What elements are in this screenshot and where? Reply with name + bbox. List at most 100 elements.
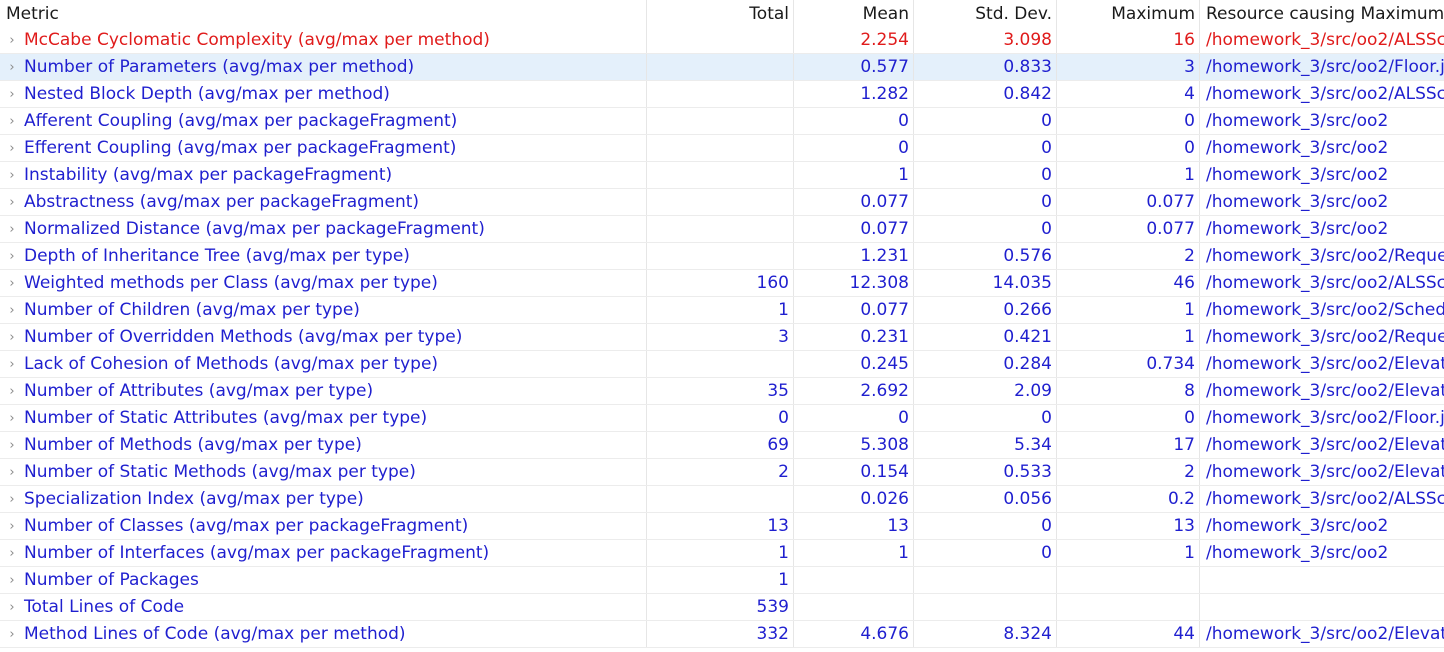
metric-label: Number of Static Attributes (avg/max per… bbox=[24, 408, 428, 428]
metric-name-cell: › Number of Methods (avg/max per type) bbox=[0, 432, 647, 458]
table-row[interactable]: › Number of Packages 1 bbox=[0, 567, 1444, 594]
chevron-right-icon[interactable]: › bbox=[6, 60, 18, 75]
chevron-right-icon[interactable]: › bbox=[6, 114, 18, 129]
metric-label: Depth of Inheritance Tree (avg/max per t… bbox=[24, 246, 410, 266]
mean-cell bbox=[794, 567, 914, 593]
table-row[interactable]: › Number of Static Methods (avg/max per t… bbox=[0, 459, 1444, 486]
table-row[interactable]: › Number of Static Attributes (avg/max pe… bbox=[0, 405, 1444, 432]
table-row[interactable]: › Number of Interfaces (avg/max per packa… bbox=[0, 540, 1444, 567]
total-cell bbox=[647, 216, 794, 242]
std-dev-cell: 5.34 bbox=[914, 432, 1057, 458]
maximum-cell: 4 bbox=[1057, 81, 1200, 107]
chevron-right-icon[interactable]: › bbox=[6, 303, 18, 318]
maximum-cell: 0.2 bbox=[1057, 486, 1200, 512]
maximum-cell: 0 bbox=[1057, 135, 1200, 161]
column-header-maximum[interactable]: Maximum bbox=[1057, 0, 1200, 27]
mean-cell: 1 bbox=[794, 540, 914, 566]
table-row[interactable]: › Normalized Distance (avg/max per packag… bbox=[0, 216, 1444, 243]
maximum-cell: 0.734 bbox=[1057, 351, 1200, 377]
metric-label: Lack of Cohesion of Methods (avg/max per… bbox=[24, 354, 439, 374]
mean-cell bbox=[794, 594, 914, 620]
std-dev-cell: 0.284 bbox=[914, 351, 1057, 377]
std-dev-cell: 0.576 bbox=[914, 243, 1057, 269]
chevron-right-icon[interactable]: › bbox=[6, 519, 18, 534]
chevron-right-icon[interactable]: › bbox=[6, 195, 18, 210]
resource-cell: /homework_3/src/oo2/Elevator.java bbox=[1206, 354, 1444, 374]
chevron-right-icon[interactable]: › bbox=[6, 546, 18, 561]
chevron-right-icon[interactable]: › bbox=[6, 573, 18, 588]
table-row[interactable]: › Depth of Inheritance Tree (avg/max per … bbox=[0, 243, 1444, 270]
table-row[interactable]: › Efferent Coupling (avg/max per packageF… bbox=[0, 135, 1444, 162]
resource-cell: /homework_3/src/oo2/Floor.java bbox=[1206, 408, 1444, 428]
resource-cell: /homework_3/src/oo2/Floor.java bbox=[1206, 57, 1444, 77]
mean-cell: 5.308 bbox=[794, 432, 914, 458]
table-row[interactable]: › McCabe Cyclomatic Complexity (avg/max p… bbox=[0, 27, 1444, 54]
mean-cell: 2.692 bbox=[794, 378, 914, 404]
chevron-right-icon[interactable]: › bbox=[6, 357, 18, 372]
metric-label: Method Lines of Code (avg/max per method… bbox=[24, 624, 406, 644]
chevron-right-icon[interactable]: › bbox=[6, 330, 18, 345]
table-row[interactable]: › Abstractness (avg/max per packageFragme… bbox=[0, 189, 1444, 216]
table-row[interactable]: › Number of Overridden Methods (avg/max p… bbox=[0, 324, 1444, 351]
chevron-right-icon[interactable]: › bbox=[6, 87, 18, 102]
table-row[interactable]: › Number of Methods (avg/max per type) 69 5… bbox=[0, 432, 1444, 459]
column-header-resource[interactable]: Resource causing Maximum bbox=[1200, 0, 1444, 27]
column-header-metric[interactable]: Metric bbox=[0, 0, 647, 27]
total-cell bbox=[647, 135, 794, 161]
chevron-right-icon[interactable]: › bbox=[6, 600, 18, 615]
metric-name-cell: › Afferent Coupling (avg/max per packageF… bbox=[0, 108, 647, 134]
table-row[interactable]: › Method Lines of Code (avg/max per metho… bbox=[0, 621, 1444, 648]
resource-cell: /homework_3/src/oo2 bbox=[1206, 516, 1389, 536]
table-row[interactable]: › Number of Children (avg/max per type) 1 0… bbox=[0, 297, 1444, 324]
metric-name-cell: › Number of Overridden Methods (avg/max p… bbox=[0, 324, 647, 350]
mean-cell: 0 bbox=[794, 135, 914, 161]
std-dev-cell: 0.421 bbox=[914, 324, 1057, 350]
table-row[interactable]: › Lack of Cohesion of Methods (avg/max pe… bbox=[0, 351, 1444, 378]
table-header: Metric Total Mean Std. Dev. Maximum Reso… bbox=[0, 0, 1444, 27]
table-row[interactable]: › Total Lines of Code 539 bbox=[0, 594, 1444, 621]
metric-name-cell: › Total Lines of Code bbox=[0, 594, 647, 620]
resource-cell bbox=[1200, 594, 1444, 620]
chevron-right-icon[interactable]: › bbox=[6, 411, 18, 426]
std-dev-cell: 2.09 bbox=[914, 378, 1057, 404]
chevron-right-icon[interactable]: › bbox=[6, 249, 18, 264]
total-cell: 0 bbox=[647, 405, 794, 431]
resource-cell: /homework_3/src/oo2/ElevatorSystem.java bbox=[1206, 624, 1444, 644]
metric-name-cell: › Number of Attributes (avg/max per type) bbox=[0, 378, 647, 404]
resource-cell: /homework_3/src/oo2/ElevatorSystem.java bbox=[1206, 462, 1444, 482]
chevron-right-icon[interactable]: › bbox=[6, 168, 18, 183]
table-row[interactable]: › Nested Block Depth (avg/max per method)… bbox=[0, 81, 1444, 108]
column-header-std-dev[interactable]: Std. Dev. bbox=[914, 0, 1057, 27]
chevron-right-icon[interactable]: › bbox=[6, 384, 18, 399]
table-row[interactable]: › Number of Attributes (avg/max per type)… bbox=[0, 378, 1444, 405]
total-cell bbox=[647, 189, 794, 215]
metric-label: Number of Classes (avg/max per packageFr… bbox=[24, 516, 469, 536]
chevron-right-icon[interactable]: › bbox=[6, 276, 18, 291]
metric-label: Normalized Distance (avg/max per package… bbox=[24, 219, 485, 239]
total-cell bbox=[647, 486, 794, 512]
table-row[interactable]: › Number of Classes (avg/max per packageF… bbox=[0, 513, 1444, 540]
table-row[interactable]: › Afferent Coupling (avg/max per packageF… bbox=[0, 108, 1444, 135]
maximum-cell: 2 bbox=[1057, 459, 1200, 485]
metric-name-cell: › Abstractness (avg/max per packageFragme… bbox=[0, 189, 647, 215]
column-header-total[interactable]: Total bbox=[647, 0, 794, 27]
maximum-cell: 2 bbox=[1057, 243, 1200, 269]
resource-cell: /homework_3/src/oo2/Scheduler.java bbox=[1206, 300, 1444, 320]
resource-cell: /homework_3/src/oo2/ALSScheduler.java bbox=[1206, 489, 1444, 509]
chevron-right-icon[interactable]: › bbox=[6, 141, 18, 156]
metric-label: Number of Children (avg/max per type) bbox=[24, 300, 360, 320]
resource-cell: /homework_3/src/oo2 bbox=[1206, 111, 1389, 131]
chevron-right-icon[interactable]: › bbox=[6, 465, 18, 480]
chevron-right-icon[interactable]: › bbox=[6, 627, 18, 642]
chevron-right-icon[interactable]: › bbox=[6, 492, 18, 507]
table-row[interactable]: › Weighted methods per Class (avg/max per… bbox=[0, 270, 1444, 297]
resource-cell: /homework_3/src/oo2/Request.java bbox=[1206, 246, 1444, 266]
chevron-right-icon[interactable]: › bbox=[6, 33, 18, 48]
table-row[interactable]: › Instability (avg/max per packageFragmen… bbox=[0, 162, 1444, 189]
table-row[interactable]: › Number of Parameters (avg/max per metho… bbox=[0, 54, 1444, 81]
metric-label: Specialization Index (avg/max per type) bbox=[24, 489, 364, 509]
table-row[interactable]: › Specialization Index (avg/max per type)… bbox=[0, 486, 1444, 513]
chevron-right-icon[interactable]: › bbox=[6, 438, 18, 453]
chevron-right-icon[interactable]: › bbox=[6, 222, 18, 237]
column-header-mean[interactable]: Mean bbox=[794, 0, 914, 27]
